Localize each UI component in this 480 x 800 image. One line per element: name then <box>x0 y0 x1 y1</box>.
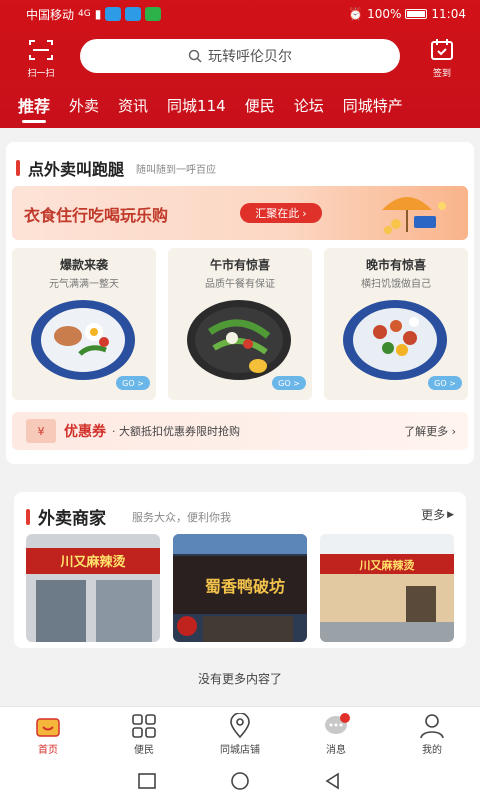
end-of-list-text: 没有更多内容了 <box>197 672 282 686</box>
battery-icon <box>405 9 428 19</box>
status-bar: 中国移动 4G ▮ ⏰ 100% 11:04 <box>0 0 480 28</box>
scan-icon <box>29 40 53 60</box>
back-triangle-icon[interactable] <box>322 771 344 791</box>
storefront-image: 蜀香鸭破坊 <box>173 534 307 642</box>
system-nav-bar <box>0 762 480 800</box>
umbrella-illustration-icon <box>382 197 446 234</box>
app-header: 中国移动 4G ▮ ⏰ 100% 11:04 扫一扫 玩转呼伦贝尔 签到 推荐 … <box>0 0 480 128</box>
banner-text: 衣食住行吃喝玩乐购 <box>24 206 169 225</box>
sign-in-button[interactable]: 签到 <box>424 38 460 79</box>
recent-apps-icon[interactable] <box>136 771 158 791</box>
food-cards: 爆款来袭 元气满满一整天 GO > 午市有惊喜 品质午餐有保证 GO > 晚市有… <box>12 248 468 400</box>
food-plate-image <box>31 300 135 380</box>
merchants-more-link[interactable]: 更多 ▶ <box>421 506 454 523</box>
merchants-title: 外卖商家 <box>38 509 106 529</box>
tab-takeout[interactable]: 外卖 <box>69 95 99 116</box>
nav-messages[interactable]: 消息 <box>288 707 384 762</box>
tab-forum[interactable]: 论坛 <box>294 95 324 116</box>
tab-convenience[interactable]: 便民 <box>245 95 275 116</box>
calendar-icon <box>431 39 453 60</box>
carrier-label: 中国移动 <box>26 7 75 22</box>
bottom-nav: 首页 便民 同城店铺 消息 我的 <box>0 706 480 762</box>
scan-label: 扫一扫 <box>27 69 55 79</box>
food-plate-image <box>343 300 447 380</box>
battery-percent: 100% <box>367 7 402 21</box>
food-card-title: 晚市有惊喜 <box>365 258 426 272</box>
go-button[interactable]: GO > <box>272 376 306 390</box>
errand-title: 点外卖叫跑腿 <box>28 160 125 179</box>
go-button[interactable]: GO > <box>116 376 150 390</box>
coupon-title: 优惠券 <box>64 424 106 440</box>
home-circle-icon[interactable] <box>229 771 251 791</box>
coupon-description: · 大额抵扣优惠券限时抢购 <box>112 425 240 438</box>
banner-button-label: 汇聚在此 <box>255 207 300 220</box>
unread-badge <box>340 713 350 723</box>
errand-subtitle: 随叫随到一呼百应 <box>136 164 217 176</box>
food-card-subtitle: 元气满满一整天 <box>49 279 119 290</box>
triangle-right-icon: ▶ <box>447 509 454 520</box>
nav-home[interactable]: 首页 <box>0 707 96 762</box>
grid-icon <box>132 714 156 738</box>
tab-news[interactable]: 资讯 <box>118 95 148 116</box>
food-card-dinner[interactable]: 晚市有惊喜 横扫饥饿做自己 GO > <box>324 248 468 400</box>
svg-text:川又麻辣烫: 川又麻辣烫 <box>59 554 126 570</box>
food-card-title: 午市有惊喜 <box>209 258 270 272</box>
tab-recommend[interactable]: 推荐 <box>18 93 50 123</box>
alarm-icon: ⏰ <box>348 7 364 21</box>
search-placeholder: 玩转呼伦贝尔 <box>208 49 292 65</box>
storefront-image: 川又麻辣烫 <box>320 534 454 642</box>
tab-local-specialty[interactable]: 同城特产 <box>343 95 403 116</box>
section-marker <box>16 160 20 176</box>
wechat-notification-icon <box>145 7 162 21</box>
food-card-subtitle: 品质午餐有保证 <box>205 279 275 290</box>
banner-button[interactable]: 汇聚在此 › <box>240 203 322 223</box>
food-card-hot[interactable]: 爆款来袭 元气满满一整天 GO > <box>12 248 156 400</box>
food-plate-image <box>187 300 291 380</box>
network-label: 4G <box>78 9 91 19</box>
category-tabs: 推荐 外卖 资讯 同城114 便民 论坛 同城特产 <box>0 90 480 123</box>
scan-button[interactable]: 扫一扫 <box>22 38 60 79</box>
svg-text:川又麻辣烫: 川又麻辣烫 <box>359 558 416 572</box>
app-notification-icon <box>105 7 122 21</box>
go-button[interactable]: GO > <box>428 376 462 390</box>
merchants-section: 外卖商家 服务大众，便利你我 更多 ▶ 川又麻辣烫 蜀香鸭破坊 川又麻辣烫 <box>14 492 466 648</box>
nav-convenience[interactable]: 便民 <box>96 707 192 762</box>
search-input[interactable]: 玩转呼伦贝尔 <box>80 39 400 73</box>
clock: 11:04 <box>431 7 466 21</box>
signal-icon: ▮ <box>94 7 102 21</box>
home-icon <box>36 718 60 737</box>
store-photo[interactable]: 川又麻辣烫 <box>320 534 454 642</box>
location-icon <box>230 713 250 739</box>
storefront-image: 川又麻辣烫 <box>26 534 160 642</box>
merchants-subtitle: 服务大众，便利你我 <box>132 510 231 524</box>
chevron-right-icon: › <box>302 206 307 220</box>
tab-city-114[interactable]: 同城114 <box>167 95 226 116</box>
errand-section: 点外卖叫跑腿 随叫随到一呼百应 衣食住行吃喝玩乐购 汇聚在此 › 爆款来袭 元气… <box>6 142 474 464</box>
food-card-subtitle: 横扫饥饿做自己 <box>361 279 431 290</box>
food-card-lunch[interactable]: 午市有惊喜 品质午餐有保证 GO > <box>168 248 312 400</box>
coupon-icon: ¥ <box>26 419 56 443</box>
search-icon <box>188 49 202 63</box>
svg-text:蜀香鸭破坊: 蜀香鸭破坊 <box>205 577 285 596</box>
section-marker <box>26 508 30 525</box>
app-notification-icon-2 <box>125 7 142 21</box>
sign-in-label: 签到 <box>432 69 451 79</box>
nav-city-stores[interactable]: 同城店铺 <box>192 707 288 762</box>
store-photo[interactable]: 川又麻辣烫 <box>26 534 160 642</box>
user-icon <box>420 714 444 739</box>
nav-profile[interactable]: 我的 <box>384 707 480 762</box>
store-photo[interactable]: 蜀香鸭破坊 <box>173 534 307 642</box>
coupon-banner[interactable]: ¥ 优惠券 · 大额抵扣优惠券限时抢购 了解更多 › <box>12 412 468 450</box>
main-content: 点外卖叫跑腿 随叫随到一呼百应 衣食住行吃喝玩乐购 汇聚在此 › 爆款来袭 元气… <box>0 128 480 706</box>
food-card-title: 爆款来袭 <box>59 258 108 272</box>
coupon-more-link[interactable]: 了解更多 › <box>404 423 456 439</box>
promo-banner[interactable]: 衣食住行吃喝玩乐购 汇聚在此 › <box>12 186 468 240</box>
